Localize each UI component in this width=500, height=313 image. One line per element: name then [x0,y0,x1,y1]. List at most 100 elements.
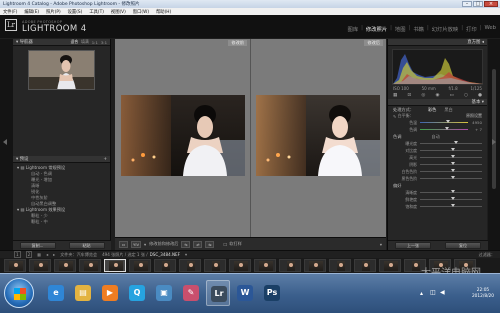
reset-button[interactable]: 复位 [445,242,481,249]
scrollbar-thumb[interactable] [492,69,496,189]
menu-item[interactable]: 设置(S) [68,9,83,15]
taskbar-app-button[interactable]: ▤ [71,280,95,306]
module-tab[interactable]: 地图 [395,25,406,33]
right-panel-scrollbar[interactable] [488,39,500,250]
tint-slider[interactable]: 色调 + 7 [388,126,487,133]
radial-filter-icon[interactable]: ○ [464,93,468,98]
minimize-icon[interactable]: – [462,1,472,7]
slider-thumb[interactable] [451,169,455,172]
page-2-button[interactable]: 2 [25,251,33,258]
preset-item[interactable]: 颗粒 - 中 [17,219,106,225]
copy-before-to-after-button[interactable]: ⇆ [181,240,191,248]
paste-button[interactable]: 粘贴 [68,242,105,249]
slider-thumb[interactable] [451,204,455,207]
basic-panel-header[interactable]: 基本 ▾ [388,99,487,106]
filmstrip-source-dropdown-icon[interactable]: ▾ [185,252,187,257]
filmstrip-thumbnail[interactable] [104,259,126,272]
page-1-button[interactable]: 1 [14,251,21,258]
close-icon[interactable]: × [484,1,498,7]
navigator-preview[interactable] [28,50,95,90]
menu-item[interactable]: 文件(F) [3,9,17,15]
filmstrip-thumbnail[interactable] [254,259,276,272]
slider-track[interactable] [420,197,482,200]
slider-thumb[interactable] [451,148,455,151]
zoom-1-1[interactable]: 1:1 [92,40,98,45]
wb-value[interactable]: 原照设置 [466,113,482,119]
filmstrip-thumbnail[interactable] [304,259,326,272]
slider-track[interactable] [420,162,482,165]
filmstrip-source[interactable]: 文件夹：汽车博览会 [60,252,97,258]
treatment-color[interactable]: 彩色 [428,106,436,113]
menu-item[interactable]: 窗口(W) [133,9,149,15]
before-photo[interactable] [121,95,245,176]
taskbar-app-button[interactable]: ▣ [152,280,176,306]
module-tab[interactable]: Web [484,25,496,33]
module-tab[interactable]: 幻灯片放映 [432,25,459,33]
navigator-header[interactable]: ▾ 导航器 适合 填满 1:1 3:1 [13,39,110,46]
add-preset-icon[interactable]: + [103,157,107,162]
zoom-3-1[interactable]: 3:1 [101,40,107,45]
filmstrip-thumbnail[interactable] [29,259,51,272]
forward-arrow-icon[interactable]: ▸ [53,252,55,257]
zoom-fill[interactable]: 填满 [81,39,89,45]
menu-item[interactable]: 照片(P) [46,9,61,15]
taskbar-app-button[interactable]: Ps [260,280,284,306]
left-panel-toggle[interactable] [0,39,13,250]
tone-auto-button[interactable]: 自动 [431,133,439,140]
slider-thumb[interactable] [451,155,455,158]
compare-mode-dropdown-icon[interactable]: ▾ [144,242,146,247]
taskbar-app-button[interactable]: e [44,280,68,306]
filmstrip-thumbnail[interactable] [179,259,201,272]
filmstrip-thumbnail[interactable] [204,259,226,272]
adjustment-slider[interactable]: 鲜艳度 [388,196,487,203]
filmstrip-thumbnail[interactable] [329,259,351,272]
treatment-bw[interactable]: 黑白 [444,106,452,113]
filmstrip-thumbnail[interactable] [154,259,176,272]
filmstrip-thumbnail[interactable] [379,259,401,272]
network-icon[interactable]: ◫ [430,289,436,296]
module-tab[interactable]: 书籍 [413,25,424,33]
slider-track[interactable] [420,176,482,179]
filmstrip-thumbnail[interactable] [4,259,26,272]
filmstrip-thumbnail[interactable] [129,259,151,272]
collapse-left-icon[interactable] [3,139,7,145]
taskbar-app-button[interactable]: Lr [206,280,230,306]
adjustment-slider[interactable]: 对比度 [388,147,487,154]
spot-removal-icon[interactable]: ◎ [421,93,425,98]
toolbar-menu-icon[interactable]: ▾ [380,242,382,247]
graduated-filter-icon[interactable]: ▭ [450,93,454,98]
slider-track[interactable] [420,141,482,144]
slider-track[interactable] [420,155,482,158]
adjustment-slider[interactable]: 高光 [388,154,487,161]
zoom-fit[interactable]: 适合 [71,39,79,45]
module-tab[interactable]: 修改照片 [366,25,387,33]
module-tab[interactable]: 打印 [466,25,477,33]
collapse-right-icon[interactable] [492,139,496,145]
after-pane[interactable]: 修改后 [251,39,386,237]
adjustment-slider[interactable]: 清晰度 [388,189,487,196]
filmstrip-thumbnail[interactable] [279,259,301,272]
swap-button[interactable]: ⇋ [205,240,215,248]
taskbar-app-button[interactable]: Q [125,280,149,306]
tray-arrow-icon[interactable]: ▴ [420,290,423,297]
slider-thumb[interactable] [451,190,455,193]
taskbar-app-button[interactable]: ✎ [179,280,203,306]
loupe-view-button[interactable]: ▭ [119,240,128,248]
filmstrip-thumbnail[interactable] [54,259,76,272]
slider-thumb[interactable] [454,141,459,144]
menu-item[interactable]: 工具(T) [89,9,104,15]
slider-track[interactable] [420,204,482,207]
grid-view-icon[interactable]: ▦ [37,252,41,257]
compare-mode-button[interactable]: YIV [131,240,142,248]
slider-thumb[interactable] [451,176,455,179]
crop-icon[interactable]: ⊡ [407,93,411,98]
copy-after-to-before-button[interactable]: ⇄ [193,240,203,248]
filmstrip-thumbnail[interactable] [229,259,251,272]
red-eye-icon[interactable]: ◉ [435,93,439,98]
temp-slider[interactable]: 色温 4950 [388,119,487,126]
adjustment-slider[interactable]: 黑色色阶 [388,175,487,182]
after-photo[interactable] [256,95,380,176]
temp-value[interactable]: 4950 [468,120,482,125]
clock[interactable]: 22:05 2012/8/20 [472,288,494,300]
adjustment-brush-icon[interactable]: ● [478,93,482,98]
